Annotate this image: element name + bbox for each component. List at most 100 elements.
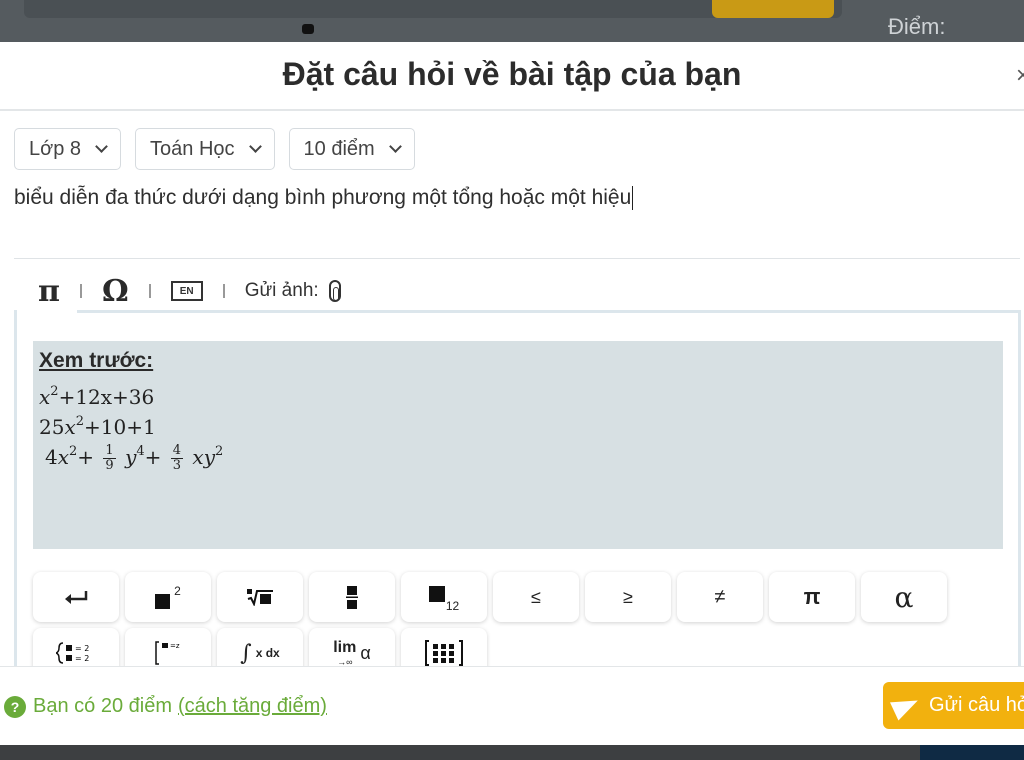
toolbar-separator [222,284,225,298]
math-var: y [125,445,137,469]
svg-text:= 2: = 2 [75,654,89,663]
key-label: ≥ [623,586,633,607]
return-arrow-icon [65,591,88,604]
enter-key[interactable] [33,572,119,622]
limit-label: lim [333,639,357,656]
less-equal-key[interactable]: ≤ [493,572,579,622]
key-label: ≠ [714,585,726,608]
math-var: x [57,445,70,469]
filter-selects: Lớp 8 Toán Học 10 điểm [14,128,415,170]
math-var: x [64,415,76,439]
points-select[interactable]: 10 điểm [288,128,415,170]
keyboard-en-icon[interactable]: EN [170,281,203,301]
toolbar-separator [148,284,151,298]
preview-line-2: 25x2+10+1 [39,407,997,439]
omega-icon[interactable]: Ω [102,274,129,309]
modal-title: Đặt câu hỏi về bài tập của bạn [282,56,742,92]
grade-select-value: Lớp 8 [29,137,82,160]
math-op: + [77,445,95,469]
fraction-numerator: 1 [103,443,116,459]
chevron-down-icon [388,139,402,153]
pi-icon[interactable]: π [38,274,60,309]
send-question-label: Gửi câu hỏi [929,694,1024,716]
background-page-footer [0,745,1024,760]
fraction-numerator: 4 [170,443,184,459]
math-exp: 2 [75,414,85,429]
math-exp: 2 [215,444,224,459]
subscript-label: 12 [445,599,460,613]
chevron-down-icon [248,139,262,153]
math-coef: 4 [45,445,58,469]
title-divider [0,109,1024,111]
chevron-down-icon [95,139,108,153]
fraction-icon [346,586,358,609]
matrix-icon [425,640,463,666]
preview-line-3: 4x2+ 19 y4+ 43 xy2 [39,437,997,473]
fraction: 19 [103,443,116,473]
root-key[interactable] [217,572,303,622]
keypad-row-1: 2 12 ≤ ≥ ≠ π α [33,572,947,622]
question-input[interactable]: biểu diễn đa thức dưới dạng bình phương … [14,186,1014,211]
math-coef: 25 [39,415,65,439]
subscript-key[interactable]: 12 [401,572,487,622]
fraction-denominator: 9 [105,458,114,473]
square-key[interactable]: 2 [125,572,211,622]
text-caret [632,186,634,211]
preview-label: Xem trước: [39,349,154,372]
math-rest: +10+1 [84,415,156,439]
limit-icon: lim →∞ [333,639,356,667]
square-exp-label: 2 [174,584,181,598]
preview-panel: Xem trước: x2+12x+36 25x2+10+1 4x2+ 19 y… [33,341,1003,549]
math-op: + [144,445,162,469]
points-text: Bạn có 20 điểm [33,695,172,717]
placeholder-box-icon [428,586,445,602]
subject-select[interactable]: Toán Học [135,128,275,170]
integral-icon: ∫ [240,640,252,666]
background-page-header: Điểm: [0,0,1024,42]
ask-question-modal: Đặt câu hỏi về bài tập của bạn × Lớp 8 T… [0,42,1024,745]
math-var: xy [192,445,215,469]
nth-root-icon [247,589,273,606]
help-icon[interactable]: ? [4,695,26,718]
fraction-denominator: 3 [172,458,182,473]
question-divider [14,258,1020,259]
paperclip-icon[interactable] [328,280,341,302]
send-question-button[interactable]: Gửi câu hỏi [883,682,1024,729]
key-label: ≤ [531,586,541,607]
integral-label: x dx [255,646,280,660]
editor-toolbar: π Ω EN Gửi ảnh: [38,274,341,309]
bracket-system-icon: =z [155,641,180,665]
en-label: EN [179,285,194,297]
paper-plane-icon [889,690,923,721]
equation-system-icon: = 2= 2 [56,642,89,664]
placeholder-box-icon [155,593,171,609]
toolbar-separator [79,284,82,298]
alpha-key[interactable]: α [861,572,947,622]
background-button [712,0,834,18]
greater-equal-key[interactable]: ≥ [585,572,671,622]
math-exp: 2 [50,384,59,399]
background-points-text: Điểm: [888,14,946,39]
svg-text:= 2: = 2 [75,644,89,653]
points-select-value: 10 điểm [303,137,375,160]
send-image-label: Gửi ảnh: [244,280,319,301]
preview-line-1: x2+12x+36 [39,377,997,409]
key-label: π [803,584,821,609]
background-dot [302,24,314,34]
grade-select[interactable]: Lớp 8 [14,128,122,170]
subject-select-value: Toán Học [150,137,235,160]
fraction: 43 [170,443,184,473]
fraction-key[interactable] [309,572,395,622]
question-text: biểu diễn đa thức dưới dạng bình phương … [14,186,632,209]
close-icon[interactable]: × [1016,62,1024,90]
modal-footer: ? Bạn có 20 điểm (cách tăng điểm) Gửi câ… [0,666,1024,745]
svg-text:=z: =z [170,642,180,650]
math-rest: +12x+36 [58,385,155,409]
math-var: x [39,385,51,409]
pi-key[interactable]: π [769,572,855,622]
math-exp: 4 [136,444,145,459]
points-info: ? Bạn có 20 điểm (cách tăng điểm) [4,695,327,718]
increase-points-link[interactable]: (cách tăng điểm) [178,695,327,718]
not-equal-key[interactable]: ≠ [677,572,763,622]
key-label: α [894,580,914,614]
